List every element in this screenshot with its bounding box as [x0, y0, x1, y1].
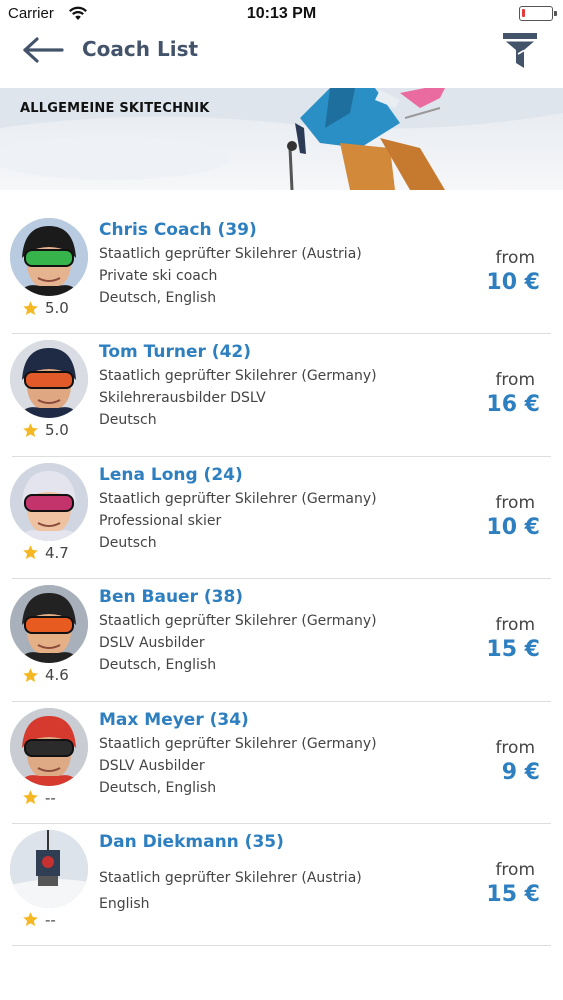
coach-detail-line: DSLV Ausbilder: [99, 757, 205, 774]
coach-detail-line: Deutsch, English: [99, 657, 217, 674]
price-from-label: from: [495, 370, 535, 391]
star-icon: [23, 423, 38, 437]
price-value: 10 €: [486, 514, 540, 540]
page-title: Coach List: [82, 37, 199, 61]
star-icon: [23, 790, 38, 805]
coach-detail-line: Deutsch, English: [99, 290, 217, 306]
coach-detail-line: Staatlich geprüfter Skilehrer (Germany): [99, 368, 377, 385]
status-bar: Carrier 10:13 PM: [0, 0, 563, 30]
coach-row[interactable]: -- Max Meyer (34) Staatlich geprüfter Sk…: [0, 702, 563, 824]
price-value: 15 €: [486, 881, 540, 907]
filter-button[interactable]: [499, 30, 541, 72]
coach-detail-line: Staatlich geprüfter Skilehrer (Germany): [99, 490, 377, 507]
coach-detail-line: Staatlich geprüfter Skilehrer (Austria): [99, 246, 362, 262]
coach-avatar: [10, 340, 88, 419]
category-banner[interactable]: ALLGEMEINE SKITECHNIK: [0, 88, 563, 190]
banner-title: ALLGEMEINE SKITECHNIK: [20, 101, 210, 116]
coach-name: Ben Bauer (38): [99, 587, 244, 608]
coach-detail-line: Professional skier: [99, 512, 222, 529]
coach-detail-line: Deutsch, English: [99, 779, 217, 796]
rating-value: --: [45, 910, 56, 929]
coach-row[interactable]: 5.0 Chris Coach (39) Staatlich geprüfter…: [0, 212, 563, 335]
coach-detail-line: Skilehrerausbilder DSLV: [99, 390, 266, 407]
coach-avatar: [10, 218, 88, 296]
rating-value: 4.7: [45, 543, 69, 562]
price-value: 15 €: [486, 637, 540, 663]
rating-value: 5.0: [45, 421, 69, 440]
price-value: 9 €: [501, 759, 540, 785]
price-value: 16 €: [486, 392, 540, 418]
price-from-label: from: [495, 492, 535, 513]
star-icon: [23, 667, 38, 682]
coach-avatar: [10, 829, 88, 908]
coach-rating: 4.6: [22, 665, 69, 685]
coach-row[interactable]: -- Dan Diekmann (35) Staatlich geprüfter…: [0, 824, 563, 947]
coach-rating: 5.0: [22, 298, 69, 318]
coach-detail-line: English: [99, 895, 150, 912]
coach-rating: 5.0: [22, 420, 69, 440]
coach-detail-line: Deutsch: [99, 534, 157, 551]
coach-detail-line: Staatlich geprüfter Skilehrer (Germany): [99, 735, 377, 752]
price-from-label: from: [495, 859, 535, 880]
coach-rating: --: [22, 910, 56, 930]
coach-name: Lena Long (24): [99, 464, 243, 485]
star-icon: [23, 545, 38, 560]
price-from-label: from: [495, 248, 535, 268]
coach-name: Max Meyer (34): [99, 709, 249, 730]
battery-icon: [519, 6, 557, 21]
row-divider: [12, 945, 551, 947]
coach-avatar: [10, 707, 88, 786]
star-icon: [23, 300, 38, 315]
coach-rating: --: [22, 788, 56, 808]
price-from-label: from: [495, 737, 535, 758]
coach-name: Dan Diekmann (35): [99, 831, 284, 852]
coach-rating: 4.7: [22, 543, 69, 563]
coach-avatar: [10, 585, 88, 664]
coach-avatar: [10, 462, 88, 541]
star-icon: [23, 912, 38, 927]
coach-detail-line: Deutsch: [99, 412, 157, 429]
coach-list: 5.0 Chris Coach (39) Staatlich geprüfter…: [0, 212, 563, 947]
coach-detail-line: Private ski coach: [99, 268, 218, 284]
coach-detail-line: DSLV Ausbilder: [99, 635, 205, 652]
funnel-icon: [503, 33, 537, 68]
price-value: 10 €: [486, 270, 540, 295]
back-button[interactable]: [20, 34, 70, 66]
clock: 10:13 PM: [246, 5, 317, 22]
rating-value: 4.6: [45, 666, 69, 685]
nav-bar: Coach List: [0, 30, 563, 88]
battery-level: [522, 9, 525, 17]
coach-row[interactable]: 4.6 Ben Bauer (38) Staatlich geprüfter S…: [0, 579, 563, 702]
coach-row[interactable]: 5.0 Tom Turner (42) Staatlich geprüfter …: [0, 334, 563, 457]
coach-row[interactable]: 4.7 Lena Long (24) Staatlich geprüfter S…: [0, 457, 563, 580]
coach-detail-line: Staatlich geprüfter Skilehrer (Austria): [99, 869, 362, 886]
rating-value: 5.0: [45, 299, 69, 317]
coach-detail-line: Staatlich geprüfter Skilehrer (Germany): [99, 613, 377, 630]
price-from-label: from: [495, 615, 535, 636]
coach-name: Chris Coach (39): [99, 220, 257, 240]
coach-name: Tom Turner (42): [99, 342, 251, 363]
rating-value: --: [45, 788, 56, 807]
arrow-left-icon: [23, 37, 64, 63]
